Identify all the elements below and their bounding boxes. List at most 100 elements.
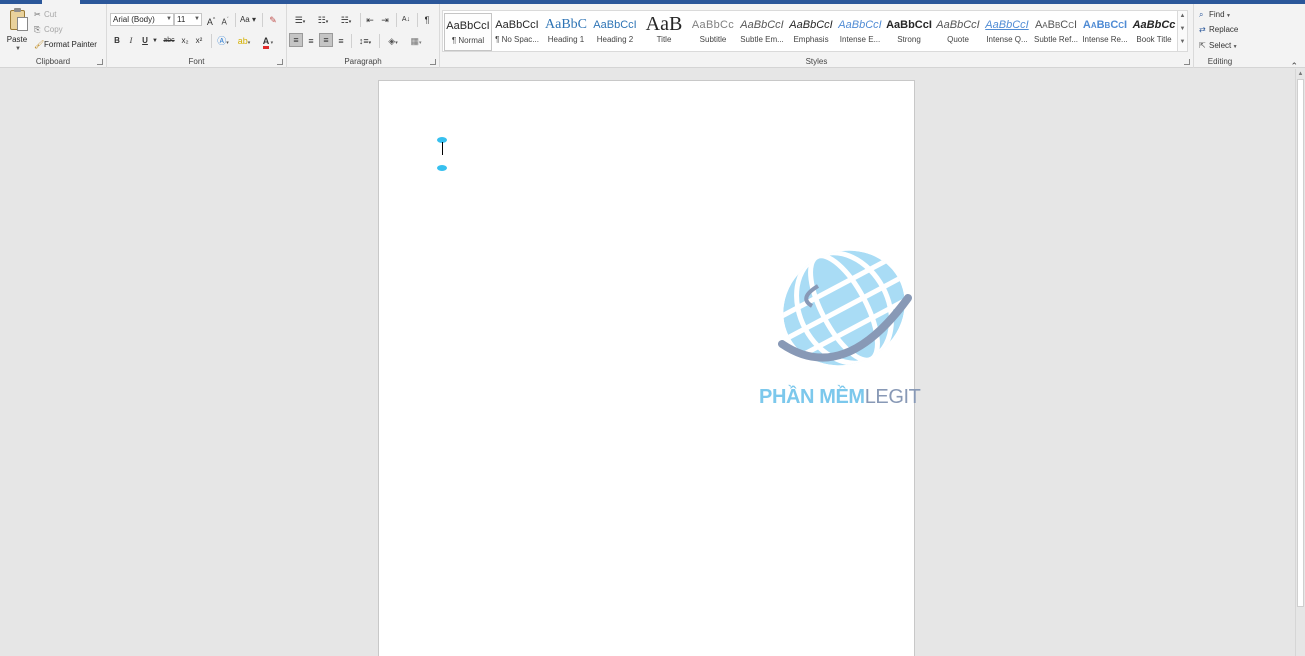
style-preview: AaBbCcI: [985, 19, 1029, 31]
style-name: Emphasis: [793, 35, 829, 44]
style-quote[interactable]: AaBbCcI Quote: [934, 13, 982, 51]
text-effects-icon[interactable]: Ⓐ▾: [215, 34, 231, 48]
style-intense-reference[interactable]: AaBbCcI Intense Re...: [1081, 13, 1129, 51]
bullets-icon[interactable]: ☰▾: [290, 13, 310, 27]
strikethrough-button[interactable]: abc: [162, 34, 176, 48]
chevron-down-icon: ▼: [166, 16, 172, 22]
style-name: Quote: [947, 35, 969, 44]
italic-button[interactable]: I: [126, 34, 136, 48]
subscript-button[interactable]: x₂: [179, 34, 191, 48]
line-spacing-icon[interactable]: ↕≡▾: [355, 34, 375, 48]
chevron-up-icon[interactable]: ▲: [1178, 13, 1187, 19]
style-preview: AaBbC: [545, 17, 587, 32]
decrease-indent-icon[interactable]: ⇤: [364, 13, 376, 27]
watermark-logo: PHẦN MỀMLEGIT: [758, 246, 938, 412]
scrollbar-thumb[interactable]: [1297, 79, 1304, 607]
bold-button[interactable]: B: [112, 34, 122, 48]
font-group-label: Font: [188, 57, 205, 66]
select-button[interactable]: ⇱ Select ▼: [1199, 39, 1238, 52]
replace-label: Replace: [1209, 25, 1239, 34]
separator: [211, 34, 212, 48]
style-preview: AaBbCcI: [1034, 19, 1078, 31]
borders-icon[interactable]: ▦▾: [406, 34, 426, 48]
font-size-combo[interactable]: 11 ▼: [174, 13, 202, 26]
replace-button[interactable]: ⇄ Replace: [1199, 23, 1238, 36]
style-name: Intense Re...: [1082, 35, 1128, 44]
multilevel-list-icon[interactable]: ☵▾: [336, 13, 356, 27]
style-preview: AaBbCcI: [886, 19, 932, 31]
highlight-icon[interactable]: ab▾: [235, 34, 253, 48]
style-name: ¶ No Spac...: [495, 35, 539, 44]
underline-button[interactable]: U: [140, 34, 150, 48]
copy-label: Copy: [44, 25, 63, 34]
separator: [235, 13, 236, 27]
style-book-title[interactable]: AaBbCc Book Title: [1130, 13, 1178, 51]
align-left-icon[interactable]: ≡: [289, 33, 303, 47]
find-button[interactable]: ⌕ Find ▼: [1199, 8, 1231, 21]
chevron-down-icon[interactable]: ▼: [1178, 26, 1187, 32]
separator: [262, 13, 263, 27]
change-case-button[interactable]: Aa ▾: [238, 13, 258, 27]
styles-gallery-scroller[interactable]: ▲ ▼ ▼: [1177, 10, 1188, 52]
chevron-down-icon[interactable]: ▼: [151, 34, 159, 48]
watermark-text-bold: PHẦN MỀM: [759, 386, 865, 408]
cursor-arrow-icon: ⇱: [1199, 41, 1206, 50]
format-painter-button[interactable]: 🖌Format Painter: [34, 39, 97, 51]
shading-icon[interactable]: ◈▾: [383, 34, 403, 48]
style-name: Title: [656, 35, 672, 44]
grow-font-button[interactable]: A^: [205, 13, 217, 27]
style-emphasis[interactable]: AaBbCcI Emphasis: [787, 13, 835, 51]
style-intense-emphasis[interactable]: AaBbCcI Intense E...: [836, 13, 884, 51]
style-heading-1[interactable]: AaBbC Heading 1: [542, 13, 590, 51]
replace-icon: ⇄: [1199, 25, 1206, 34]
style-subtle-reference[interactable]: AaBbCcI Subtle Ref...: [1032, 13, 1080, 51]
style-strong[interactable]: AaBbCcI Strong: [885, 13, 933, 51]
paragraph-group: ☰▾ ☷▾ ☵▾ ⇤ ⇥ A↓ ¶ ≡ ≡ ≡ ≡ ↕≡▾ ◈▾ ▦▾ Para…: [287, 4, 440, 68]
separator: [360, 13, 361, 27]
style-intense-quote[interactable]: AaBbCcI Intense Q...: [983, 13, 1031, 51]
font-color-button[interactable]: A ▾: [259, 34, 277, 49]
style-normal[interactable]: AaBbCcI ¶ Normal: [444, 13, 492, 51]
style-subtitle[interactable]: AaBbCc Subtitle: [689, 13, 737, 51]
globe-logo-icon: [774, 250, 913, 366]
more-styles-icon[interactable]: ▼: [1178, 39, 1187, 45]
font-name-combo[interactable]: Arial (Body) ▼: [110, 13, 174, 26]
clear-formatting-icon[interactable]: ✎: [267, 13, 279, 27]
font-dialog-launcher[interactable]: [277, 59, 283, 65]
copy-button[interactable]: ⎘ Copy: [34, 24, 63, 36]
vertical-scrollbar[interactable]: ▲: [1295, 69, 1305, 656]
style-preview: AaBbCcI: [593, 19, 637, 31]
clipboard-group: Paste ▼ ✂ Cut ⎘ Copy 🖌Format Painter Clipb…: [0, 4, 107, 68]
style-name: Subtitle: [699, 35, 727, 44]
align-center-icon[interactable]: ≡: [305, 34, 317, 48]
style-name: Strong: [897, 35, 921, 44]
shrink-font-button[interactable]: Aˇ: [219, 13, 231, 27]
clipboard-dialog-launcher[interactable]: [97, 59, 103, 65]
increase-indent-icon[interactable]: ⇥: [379, 13, 391, 27]
chevron-down-icon: ▼: [1231, 44, 1238, 50]
font-group: Arial (Body) ▼ 11 ▼ A^ Aˇ Aa ▾ ✎ B I U ▼ a…: [107, 4, 287, 68]
align-right-icon[interactable]: ≡: [319, 33, 333, 47]
clipboard-paste-icon: [10, 8, 28, 31]
cut-button[interactable]: ✂ Cut: [34, 9, 56, 21]
separator: [351, 34, 352, 48]
paste-button[interactable]: Paste ▼: [4, 8, 30, 56]
paragraph-dialog-launcher[interactable]: [430, 59, 436, 65]
style-heading-2[interactable]: AaBbCcI Heading 2: [591, 13, 639, 51]
style-no-spacing[interactable]: AaBbCcI ¶ No Spac...: [493, 13, 541, 51]
chevron-down-icon: ▼: [194, 16, 200, 22]
styles-dialog-launcher[interactable]: [1184, 59, 1190, 65]
style-title[interactable]: AaB Title: [640, 13, 688, 51]
text-cursor: [442, 142, 443, 155]
numbering-icon[interactable]: ☷▾: [313, 13, 333, 27]
scissors-icon: ✂: [34, 10, 41, 19]
style-subtle-emphasis[interactable]: AaBbCcI Subtle Em...: [738, 13, 786, 51]
selection-handle-bottom[interactable]: [437, 165, 447, 171]
paste-label: Paste: [6, 35, 28, 44]
superscript-button[interactable]: x²: [193, 34, 205, 48]
justify-icon[interactable]: ≡: [335, 34, 347, 48]
show-formatting-button[interactable]: ¶: [421, 13, 433, 27]
scroll-up-icon[interactable]: ▲: [1296, 69, 1305, 79]
sort-button[interactable]: A↓: [400, 13, 412, 27]
separator: [379, 34, 380, 48]
